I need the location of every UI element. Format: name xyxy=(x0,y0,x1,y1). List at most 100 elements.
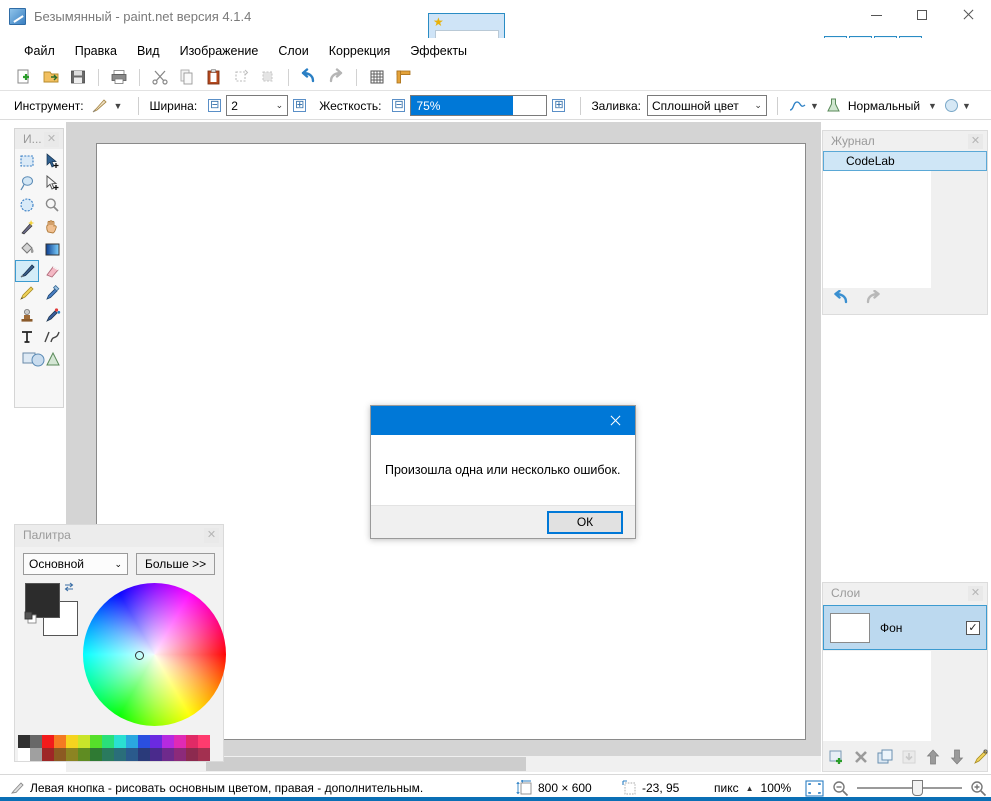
color-swatch[interactable] xyxy=(90,735,102,748)
blend-mode-caret[interactable]: ▼ xyxy=(928,101,937,111)
palette-panel-close-button[interactable]: ✕ xyxy=(204,528,219,543)
color-swatch[interactable] xyxy=(186,748,198,761)
add-layer-button[interactable] xyxy=(827,747,847,767)
history-list[interactable]: Новое изображение xyxy=(823,151,956,288)
color-swatch[interactable] xyxy=(54,748,66,761)
zoom-out-button[interactable] xyxy=(832,780,849,797)
width-decrease-button[interactable]: ⊟ xyxy=(208,99,222,112)
color-swatch[interactable] xyxy=(186,735,198,748)
antialias-caret[interactable]: ▼ xyxy=(810,101,819,111)
color-swatch[interactable] xyxy=(150,735,162,748)
close-button[interactable] xyxy=(945,0,991,30)
grid-button[interactable] xyxy=(365,66,389,89)
fill-select[interactable]: Сплошной цвет ⌄ xyxy=(646,95,767,116)
deselect-button[interactable] xyxy=(256,66,280,89)
blend-sphere-icon[interactable] xyxy=(943,97,960,114)
color-swatch[interactable] xyxy=(138,748,150,761)
color-swatch[interactable] xyxy=(78,748,90,761)
color-swatch[interactable] xyxy=(90,748,102,761)
width-input[interactable]: 2 ⌄ xyxy=(226,95,289,116)
color-swatch[interactable] xyxy=(18,748,30,761)
history-redo-button[interactable] xyxy=(863,290,883,306)
print-button[interactable] xyxy=(107,66,131,89)
history-undo-button[interactable] xyxy=(831,290,851,306)
gradient-tool[interactable] xyxy=(40,238,64,260)
shapes-tool[interactable] xyxy=(15,348,65,370)
layers-panel-close-button[interactable]: ✕ xyxy=(968,586,983,601)
merge-layer-down-button[interactable] xyxy=(899,747,919,767)
copy-button[interactable] xyxy=(175,66,199,89)
ellipse-select-tool[interactable] xyxy=(15,194,39,216)
minimize-button[interactable] xyxy=(853,0,899,30)
pan-tool[interactable] xyxy=(40,216,64,238)
rulers-button[interactable] xyxy=(392,66,416,89)
color-swatch[interactable] xyxy=(198,748,210,761)
tool-dropdown-caret[interactable]: ▼ xyxy=(114,101,123,111)
color-swatch[interactable] xyxy=(102,748,114,761)
move-selection-tool[interactable] xyxy=(40,172,64,194)
undo-button[interactable] xyxy=(297,66,321,89)
zoom-in-button[interactable] xyxy=(970,780,987,797)
line-curve-tool[interactable] xyxy=(40,326,64,348)
menu-adjustments[interactable]: Коррекция xyxy=(319,40,400,62)
color-picker-tool[interactable] xyxy=(40,282,64,304)
horizontal-scrollbar-thumb[interactable] xyxy=(206,757,526,771)
color-swatch[interactable] xyxy=(114,735,126,748)
open-button[interactable] xyxy=(39,66,63,89)
delete-layer-button[interactable] xyxy=(851,747,871,767)
zoom-slider[interactable] xyxy=(857,780,962,796)
color-swatch[interactable] xyxy=(102,735,114,748)
menu-edit[interactable]: Правка xyxy=(65,40,127,62)
color-swatch[interactable] xyxy=(162,735,174,748)
reset-colors-icon[interactable] xyxy=(24,611,39,626)
color-swatch[interactable] xyxy=(114,748,126,761)
color-swatch[interactable] xyxy=(54,735,66,748)
history-panel-close-button[interactable]: ✕ xyxy=(968,134,983,149)
color-swatch[interactable] xyxy=(66,735,78,748)
recolor-tool[interactable] xyxy=(40,304,64,326)
color-swatch[interactable] xyxy=(42,748,54,761)
tools-panel-close-button[interactable]: ✕ xyxy=(44,132,59,147)
clone-stamp-tool[interactable] xyxy=(15,304,39,326)
color-swatch[interactable] xyxy=(198,735,210,748)
hardness-decrease-button[interactable]: ⊟ xyxy=(392,99,406,112)
color-swatch[interactable] xyxy=(42,735,54,748)
hardness-increase-button[interactable]: ⊞ xyxy=(552,99,566,112)
duplicate-layer-button[interactable] xyxy=(875,747,895,767)
color-swatch[interactable] xyxy=(78,735,90,748)
more-colors-button[interactable]: Больше >> xyxy=(136,553,216,575)
paintbrush-tool[interactable] xyxy=(15,260,39,282)
color-swatch[interactable] xyxy=(138,735,150,748)
color-swatch[interactable] xyxy=(66,748,78,761)
dialog-close-button[interactable] xyxy=(595,406,635,435)
menu-image[interactable]: Изображение xyxy=(170,40,269,62)
lasso-select-tool[interactable] xyxy=(15,172,39,194)
maximize-button[interactable] xyxy=(899,0,945,30)
width-increase-button[interactable]: ⊞ xyxy=(293,99,307,112)
menu-file[interactable]: Файл xyxy=(14,40,65,62)
swap-arrows-icon[interactable] xyxy=(63,581,75,593)
fit-to-window-button[interactable] xyxy=(805,779,824,797)
color-swatch[interactable] xyxy=(30,748,42,761)
color-swatch[interactable] xyxy=(30,735,42,748)
rectangle-select-tool[interactable] xyxy=(15,150,39,172)
layer-properties-button[interactable] xyxy=(971,747,991,767)
redo-button[interactable] xyxy=(324,66,348,89)
color-swatch[interactable] xyxy=(126,748,138,761)
crop-button[interactable] xyxy=(229,66,253,89)
blend-sphere-caret[interactable]: ▼ xyxy=(962,101,971,111)
paste-button[interactable] xyxy=(202,66,226,89)
color-swatch[interactable] xyxy=(162,748,174,761)
color-swatch[interactable] xyxy=(18,735,30,748)
color-swatch-strip[interactable] xyxy=(18,735,210,761)
move-layer-down-button[interactable] xyxy=(947,747,967,767)
eraser-tool[interactable] xyxy=(40,260,64,282)
paint-bucket-tool[interactable] xyxy=(15,238,39,260)
layer-visibility-checkbox[interactable]: ✓ xyxy=(966,620,980,635)
color-swatch[interactable] xyxy=(174,748,186,761)
pencil-tool[interactable] xyxy=(15,282,39,304)
menu-layers[interactable]: Слои xyxy=(268,40,318,62)
color-wheel[interactable] xyxy=(83,583,226,726)
save-button[interactable] xyxy=(66,66,90,89)
move-layer-up-button[interactable] xyxy=(923,747,943,767)
